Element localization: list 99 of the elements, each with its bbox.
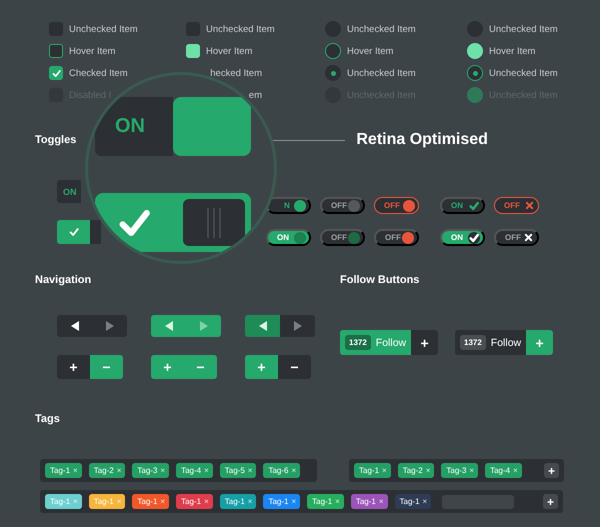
tag[interactable]: Tag-5 × [220,463,256,478]
tag[interactable]: Tag-3 × [441,463,478,478]
tag[interactable]: Tag-1 × [88,494,126,509]
option-label: Unchecked Item [489,24,558,34]
check-icon [68,227,78,237]
triangle-icon [104,320,114,332]
option-label: Unchecked Item [69,24,138,34]
remove-tag-button[interactable]: × [204,466,209,475]
toggle-switch[interactable]: ON [266,229,311,246]
option-label: Unchecked Item [206,24,275,34]
tag[interactable]: Tag-1 × [45,494,82,509]
follow-button[interactable]: 1372 Follow [340,330,412,355]
follow-button[interactable]: 1372 Follow [455,330,526,355]
tag[interactable]: Tag-1 × [307,494,344,509]
remove-tag-button[interactable]: × [291,466,296,475]
radio-button[interactable] [467,43,483,59]
tag[interactable]: Tag-2 × [398,463,434,478]
triangle-icon [258,320,268,332]
remove-tag-button[interactable]: × [160,466,166,475]
option-label: Hover Item [206,46,252,56]
radio-button[interactable] [467,65,483,81]
add-tag-button[interactable]: + [544,463,559,478]
tag[interactable]: Tag-6 × [263,463,300,478]
section-title: Toggles [35,134,76,146]
triangle-icon [164,320,174,332]
tag[interactable]: Tag-4 × [176,463,213,478]
plus-button[interactable]: + [411,330,438,355]
triangle-icon [70,320,80,332]
tag[interactable]: Tag-3 × [132,463,170,478]
section-title: Tags [35,413,60,425]
toggle-switch[interactable]: ON [57,180,81,203]
toggle-switch[interactable]: OFF [494,229,539,246]
grip-knob-drawing [183,199,245,246]
plus-button[interactable]: + [151,355,184,379]
minus-button[interactable]: − [184,355,217,379]
remove-tag-button[interactable]: × [291,497,296,506]
remove-tag-button[interactable]: × [248,497,252,506]
remove-tag-button[interactable]: × [248,466,252,475]
option-label: hecked Item [210,68,262,78]
add-tag-button[interactable]: + [543,494,558,509]
option-label: Hover Item [347,46,394,56]
triangle-icon [198,320,208,332]
remove-tag-button[interactable]: × [513,466,518,475]
option-label: Unchecked Item [489,68,558,78]
minus-button[interactable]: − [278,355,311,379]
section-title: Navigation [35,274,92,286]
option-label: em [248,90,262,100]
follower-count: 1372 [460,335,486,350]
option-label: Checked Item [69,68,128,78]
toggle-switch[interactable]: ON [440,229,485,246]
plus-button[interactable]: + [245,355,278,379]
tag[interactable]: Tag-1 × [263,494,300,509]
toggle-switch[interactable]: OFF [374,197,419,214]
tag[interactable]: Tag-1 × [354,463,391,478]
banner-title: Retina Optimised [356,131,488,149]
tag[interactable]: Tag-1 × [176,494,213,509]
remove-tag-button[interactable]: × [335,497,340,506]
plus-button[interactable]: + [526,330,553,355]
right-arrow-button[interactable] [92,315,127,337]
plus-button[interactable]: + [57,355,90,379]
toggle-switch[interactable]: N [266,197,311,214]
tag[interactable]: Tag-1 × [220,494,256,509]
tag[interactable]: Tag-2 × [88,463,126,478]
checkbox[interactable] [186,44,200,58]
tag[interactable]: Tag-1 × [350,494,388,509]
checkbox[interactable] [49,66,63,80]
toggle-switch[interactable]: OFF [494,197,539,214]
tag[interactable]: Tag-1 × [45,463,82,478]
remove-tag-button[interactable]: × [382,466,387,475]
section-title: Follow Buttons [340,274,420,286]
radio-button[interactable] [325,43,341,59]
option-label: Hover Item [69,46,116,56]
remove-tag-button[interactable]: × [426,466,430,475]
remove-tag-button[interactable]: × [160,497,166,506]
option-label: Unchecked Item [347,24,416,34]
radio-button[interactable] [325,65,341,81]
toggle-switch[interactable]: OFF [374,229,419,246]
toggle-switch[interactable]: ON [440,197,485,214]
check-icon [52,68,60,78]
remove-tag-button[interactable]: × [422,497,428,506]
remove-tag-button[interactable]: × [469,466,474,475]
follower-count: 1372 [345,335,371,350]
remove-tag-button[interactable]: × [116,466,122,475]
toggle-switch[interactable]: OFF [320,229,365,246]
remove-tag-button[interactable]: × [73,466,78,475]
remove-tag-button[interactable]: × [204,497,209,506]
tag[interactable]: Tag-1 × [132,494,170,509]
tag[interactable]: Tag-1 × [394,494,432,509]
tag[interactable]: Tag-4 × [485,463,522,478]
option-label: Hover Item [489,46,536,56]
remove-tag-button[interactable]: × [378,497,384,506]
right-arrow-button[interactable] [280,315,315,337]
triangle-icon [292,320,302,332]
minus-button[interactable]: − [90,355,123,379]
left-arrow-button[interactable] [57,315,92,337]
checkbox[interactable] [49,44,63,58]
radio-button[interactable] [467,87,483,103]
option-label: Unchecked Item [347,68,416,78]
toggle-switch[interactable]: OFF [320,197,365,214]
